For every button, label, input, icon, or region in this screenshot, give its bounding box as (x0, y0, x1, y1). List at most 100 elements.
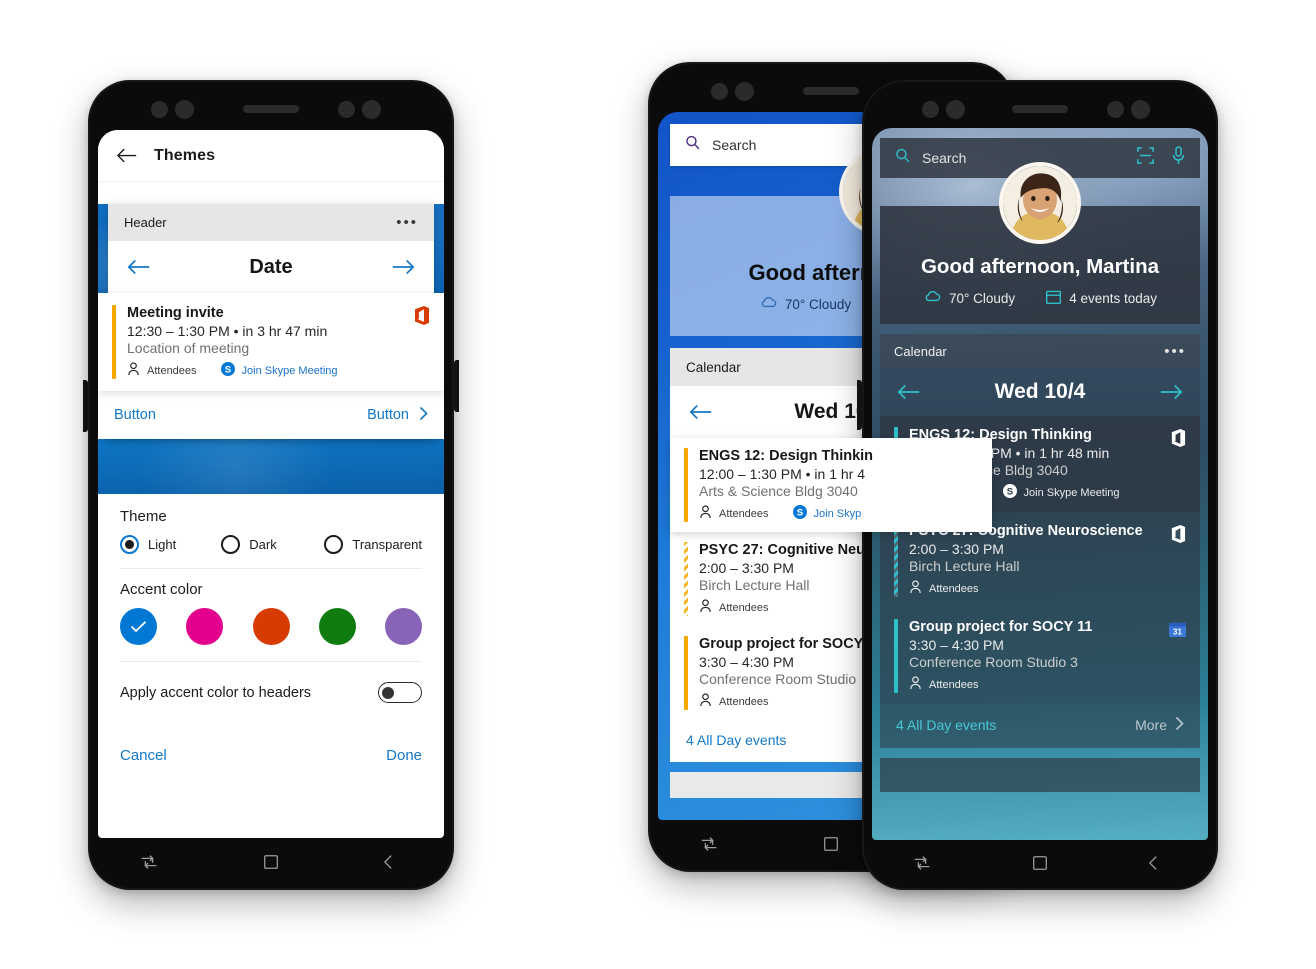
lens-scan-icon[interactable] (1136, 146, 1155, 170)
calendar-event-item[interactable]: 31 Group project for SOCY 11 3:30 – 4:30… (880, 608, 1200, 704)
arrow-left-icon[interactable] (896, 382, 922, 402)
search-icon (894, 147, 911, 169)
all-day-events-link[interactable]: 4 All Day events (896, 717, 996, 733)
theme-option-transparent[interactable]: Transparent (324, 535, 422, 554)
volume-button[interactable] (857, 380, 862, 430)
more-link-label: More (1135, 717, 1167, 733)
preview-button-right[interactable]: Button (367, 406, 428, 425)
calendar-date-nav: Wed 10/4 (880, 368, 1200, 416)
calendar-31-icon: 31 (1169, 621, 1186, 643)
event-color-bar (684, 542, 688, 616)
attendees-label: Attendees (147, 364, 197, 377)
greeting-card: Good afternoon, Martina 70° Cloudy 4 eve… (880, 162, 1200, 324)
theme-option-light-label: Light (148, 537, 177, 552)
person-icon (909, 676, 922, 693)
svg-text:S: S (224, 365, 231, 376)
theme-option-transparent-label: Transparent (352, 537, 422, 552)
join-skype-meeting[interactable]: S Join Skyp (792, 505, 861, 522)
microphone-icon[interactable] (1171, 146, 1186, 170)
search-placeholder: Search (922, 150, 967, 166)
arrow-left-icon[interactable] (126, 257, 152, 277)
event-attendees[interactable]: Attendees (699, 505, 769, 522)
preview-event-card[interactable]: Meeting invite 12:30 – 1:30 PM • in 3 hr… (98, 293, 444, 391)
event-time: 12:30 – 1:30 PM • in 3 hr 47 min (127, 323, 328, 339)
skype-label: Join Skype Meeting (241, 364, 338, 377)
svg-text:31: 31 (1173, 628, 1182, 637)
event-attendees[interactable]: Attendees (909, 676, 979, 693)
join-skype-meeting[interactable]: S Join Skype Meeting (220, 362, 338, 379)
event-location: Location of meeting (127, 340, 250, 356)
recents-icon[interactable] (912, 853, 932, 878)
arrow-left-icon[interactable] (688, 402, 714, 422)
event-title: ENGS 12: Design Thinkin (699, 448, 874, 464)
event-time: 3:30 – 4:30 PM (909, 637, 1004, 653)
event-color-bar (684, 448, 688, 522)
recents-icon[interactable] (699, 834, 719, 859)
event-attendees[interactable]: Attendees (699, 599, 769, 616)
done-button[interactable]: Done (386, 747, 422, 764)
recents-icon[interactable] (139, 852, 159, 877)
accent-swatch-pink[interactable] (186, 608, 224, 645)
check-icon (130, 621, 147, 633)
events-text: 4 events today (1069, 290, 1157, 306)
theme-option-light[interactable]: Light (120, 535, 221, 554)
cancel-button[interactable]: Cancel (120, 747, 167, 764)
accent-swatch-orange[interactable] (252, 608, 290, 645)
arrow-right-icon[interactable] (1158, 382, 1184, 402)
arrow-right-icon[interactable] (390, 257, 416, 277)
calendar-event-item[interactable]: ENGS 12: Design Thinkin 12:00 – 1:30 PM … (670, 438, 992, 532)
calendar-date-title: Wed 10/4 (994, 380, 1086, 403)
radio-icon-light (120, 535, 139, 554)
phone1-screen: Themes Header ••• Date Meeting invite 12… (98, 130, 444, 838)
skype-label: Join Skype Meeting (1023, 486, 1120, 499)
event-color-bar (112, 305, 116, 379)
accent-swatch-purple[interactable] (385, 608, 422, 645)
office-icon (1170, 429, 1186, 452)
theme-section-label: Theme (120, 508, 167, 525)
event-attendees[interactable]: Attendees (909, 580, 979, 597)
preview-header-label: Header (124, 215, 167, 230)
sensor-dot (151, 101, 168, 118)
skype-icon: S (1002, 484, 1017, 501)
cloudy-icon (923, 289, 942, 307)
accent-color-swatches (120, 608, 422, 645)
attendees-label: Attendees (719, 601, 769, 614)
person-icon (909, 580, 922, 597)
event-attendees[interactable]: Attendees (127, 362, 197, 379)
divider (120, 568, 422, 569)
accent-section-label: Accent color (120, 581, 203, 598)
more-dots-icon[interactable]: ••• (396, 215, 418, 230)
calendar-icon (1045, 288, 1062, 308)
volume-button[interactable] (83, 380, 88, 432)
power-button[interactable] (454, 360, 459, 412)
theme-option-dark[interactable]: Dark (221, 535, 324, 554)
chevron-right-icon (1175, 716, 1184, 734)
back-icon[interactable] (1148, 854, 1168, 877)
search-icon (684, 134, 701, 156)
preview-button-row: Button Button (98, 391, 444, 439)
more-link[interactable]: More (1135, 716, 1184, 734)
event-location: Conference Room Studio 3 (909, 654, 1078, 670)
avatar[interactable] (999, 162, 1081, 244)
back-arrow-icon[interactable] (116, 147, 138, 164)
office-icon (1170, 525, 1186, 548)
greeting-title: Good afternoon, Martina (920, 255, 1160, 278)
home-icon[interactable] (822, 835, 840, 858)
event-color-bar (894, 619, 898, 693)
back-icon[interactable] (383, 853, 403, 876)
event-time: 12:00 – 1:30 PM • in 1 hr 4 (699, 466, 866, 482)
avatar-image (1003, 166, 1077, 240)
accent-swatch-blue[interactable] (120, 608, 157, 645)
preview-button-left[interactable]: Button (114, 407, 156, 423)
home-icon[interactable] (262, 853, 280, 876)
event-attendees[interactable]: Attendees (699, 693, 769, 710)
accent-swatch-green[interactable] (318, 608, 356, 645)
event-location: Arts & Science Bldg 3040 (699, 483, 858, 499)
event-location: Birch Lecture Hall (909, 558, 1020, 574)
apply-accent-toggle[interactable] (378, 682, 422, 703)
home-icon[interactable] (1031, 854, 1049, 877)
join-skype-meeting[interactable]: S Join Skype Meeting (1002, 484, 1120, 501)
more-dots-icon[interactable]: ••• (1164, 344, 1186, 359)
event-title: Group project for SOCY 11 (909, 619, 1093, 635)
person-icon (699, 599, 712, 616)
